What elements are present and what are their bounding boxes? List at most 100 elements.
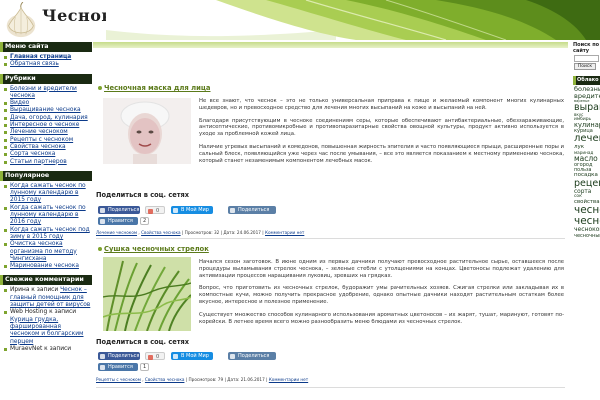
menu-title: Меню сайта <box>0 42 92 52</box>
site-header: Чеснок <box>0 0 600 40</box>
like-count: 2 <box>140 217 150 225</box>
share-title: Поделиться в соц. сетях <box>96 338 190 346</box>
rubric-link[interactable]: Видео <box>10 100 29 106</box>
facebook-share-button[interactable]: Поделиться <box>98 352 140 360</box>
main-content: Чесночная маска для лица Не все знают, ч… <box>93 42 568 400</box>
rubric-link[interactable]: Лечение чесноком <box>10 129 68 135</box>
garlic-logo-icon[interactable] <box>2 2 40 40</box>
menu-list: Главная страница Обратная связь <box>0 52 92 71</box>
comment-post-link[interactable]: Курица грудка, фаршированная чесноком и … <box>10 317 84 345</box>
popular-item: Когда сажать чеснок по лунному календарю… <box>3 205 91 227</box>
facebook-share-button[interactable]: Поделиться <box>98 206 140 214</box>
rubrics-block: Рубрики Болезни и вредители чеснока Видео… <box>0 73 92 168</box>
comment-author: Web Hosting <box>10 309 48 316</box>
comments-block: Свежие комментарии Ирина к записи Чеснок… <box>0 275 92 355</box>
rubric-item: Рецепты с чесноком <box>3 137 91 144</box>
face-mask-image <box>103 98 191 164</box>
rubric-item: Лечение чесноком <box>3 129 91 136</box>
rubric-item: Статьи партнеров <box>3 159 91 166</box>
vk-share-button[interactable]: Поделиться <box>228 206 276 214</box>
popular-link[interactable]: Когда сажать чеснок под зиму в 2015 году <box>10 227 90 240</box>
rubric-link[interactable]: Свойства чеснока <box>10 144 66 150</box>
rubric-link[interactable]: Рецепты с чесноком <box>10 137 73 143</box>
tag-cloud: болезнивредителивареньевыращиваниевкусим… <box>573 85 600 239</box>
comments-list: Ирина к записи Чеснок – главный помощник… <box>0 285 92 355</box>
tag-link[interactable]: рецепты <box>574 178 600 189</box>
post-divider <box>96 387 565 388</box>
menu-item: Главная страница <box>3 54 91 61</box>
post-card: Чесночная маска для лица Не все знают, ч… <box>93 84 568 239</box>
menu-block: Меню сайта Главная страница Обратная связ… <box>0 42 92 71</box>
mymir-share-button[interactable]: В Мой Мир <box>171 206 213 214</box>
popular-item: Очистка чеснока организма по методу Чинг… <box>3 241 91 263</box>
tag-link[interactable]: чесночный <box>574 233 600 239</box>
popular-link[interactable]: Маринование чеснока <box>10 263 79 269</box>
comment-connector: к записи <box>29 287 61 294</box>
post-paragraph: Начался сезон заготовок. В июне одним из… <box>199 259 564 279</box>
comment-author: MuraevNet <box>10 345 43 352</box>
post-meta: Рецепты с чесноком , Свойства чеснока | … <box>96 377 308 382</box>
tags-title: Облако меток <box>573 76 600 85</box>
rubric-item: Сорта чеснока <box>3 151 91 158</box>
rubric-item: Выращивание чеснока <box>3 107 91 114</box>
menu-item: Обратная связь <box>3 61 91 68</box>
google-plus-button[interactable]: 0 <box>145 206 165 214</box>
search-button[interactable]: Поиск <box>574 63 596 70</box>
menu-link[interactable]: Обратная связь <box>10 61 59 67</box>
rubric-item: Интересное о чесноке <box>3 122 91 129</box>
post-image[interactable] <box>103 98 191 164</box>
comment-author: Ирина <box>10 287 30 294</box>
rubrics-list: Болезни и вредители чеснока Видео Выращива… <box>0 84 92 168</box>
rubric-item: Дача, огород, кулинария <box>3 115 91 122</box>
post-card: Сушка чесночных стрелок Начался сезон за… <box>93 239 568 399</box>
comment-item: Ирина к записи Чеснок – главный помощник… <box>3 287 91 309</box>
post-category-link[interactable]: Лечение чесноком <box>96 230 137 235</box>
share-title: Поделиться в соц. сетях <box>96 191 190 199</box>
post-comments-link[interactable]: Комментарии нет <box>265 230 304 235</box>
popular-item: Когда сажать чеснок под зиму в 2015 году <box>3 227 91 242</box>
post-category-link[interactable]: Рецепты с чесноком <box>96 377 141 382</box>
popular-link[interactable]: Очистка чеснока организма по методу Чинг… <box>10 241 77 262</box>
post-title-link[interactable]: Сушка чесночных стрелок <box>98 245 209 253</box>
post-category-link[interactable]: Свойства чеснока <box>145 377 185 382</box>
search-caption: Поиск по сайту <box>573 42 600 54</box>
search-input[interactable] <box>574 55 599 62</box>
vk-share-button[interactable]: Поделиться <box>228 352 276 360</box>
page: Чеснок Меню сайта Главная страница Обратн… <box>0 0 600 400</box>
rubric-link[interactable]: Выращивание чеснока <box>10 107 81 113</box>
menu-link[interactable]: Главная страница <box>10 54 71 60</box>
post-image[interactable] <box>103 257 191 331</box>
popular-block: Популярное Когда сажать чеснок по лунном… <box>0 170 92 273</box>
rubric-link[interactable]: Статьи партнеров <box>10 159 67 165</box>
popular-item: Когда сажать чеснок по лунному календарю… <box>3 183 91 205</box>
right-sidebar: Поиск по сайту Поиск Облако меток болезн… <box>573 42 600 400</box>
post-title-link[interactable]: Чесночная маска для лица <box>98 84 210 92</box>
rubric-item: Видео <box>3 100 91 107</box>
popular-link[interactable]: Когда сажать чеснок по лунному календарю… <box>10 205 86 226</box>
post-comments-link[interactable]: Комментарии нет <box>269 377 308 382</box>
popular-title: Популярное <box>0 170 92 181</box>
popular-link[interactable]: Когда сажать чеснок по лунному календарю… <box>10 183 86 204</box>
mymir-share-button[interactable]: В Мой Мир <box>171 352 213 360</box>
popular-item: Маринование чеснока <box>3 263 91 270</box>
post-paragraph: Благодаря присутствующим в чесноке соеди… <box>199 117 564 138</box>
rubric-item: Свойства чеснока <box>3 144 91 151</box>
post-paragraph: Наличие угревых высыпаний и комедонов, п… <box>199 143 564 164</box>
post-text: Не все знают, что чеснок – это не только… <box>199 98 564 170</box>
like-count: 1 <box>140 363 150 371</box>
rubric-link[interactable]: Сорта чеснока <box>10 151 55 157</box>
vk-like-button[interactable]: Нравится <box>98 363 138 371</box>
post-category-link[interactable]: Свойства чеснока <box>141 230 181 235</box>
google-plus-button[interactable]: 0 <box>145 352 165 360</box>
rubric-link[interactable]: Дача, огород, кулинария <box>10 115 88 121</box>
vk-like-button[interactable]: Нравится <box>98 217 138 225</box>
post-views-date: | Просмотров: 79 | Дата: 21.06.2017 | <box>185 377 269 382</box>
left-sidebar: Меню сайта Главная страница Обратная связ… <box>0 42 92 400</box>
post-meta: Лечение чесноком , Свойства чеснока | Пр… <box>96 230 304 235</box>
site-title[interactable]: Чеснок <box>42 6 113 25</box>
rubric-link[interactable]: Интересное о чесноке <box>10 122 79 128</box>
comment-connector: к записи <box>47 309 77 316</box>
comments-title: Свежие комментарии <box>0 275 92 286</box>
rubric-link[interactable]: Болезни и вредители чеснока <box>10 86 77 99</box>
